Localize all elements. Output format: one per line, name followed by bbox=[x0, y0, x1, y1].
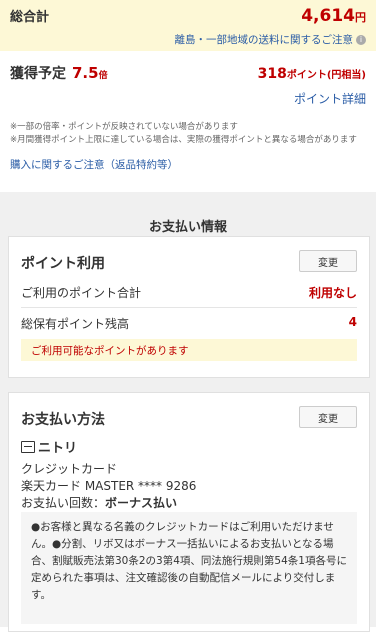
payment-method-note: ●お客様と異なる名義のクレジットカードはご利用いただけません。●分割、リボ又はボ… bbox=[21, 512, 357, 624]
payment-change-button[interactable]: 変更 bbox=[299, 406, 357, 428]
payment-method-title: お支払い方法 bbox=[21, 412, 105, 428]
point-notes: ※一部の倍率・ポイントが反映されていない場合があります ※月間獲得ポイント上限に… bbox=[0, 107, 376, 147]
earn-rate: 獲得予定 7.5倍 bbox=[10, 63, 108, 83]
points-used-value: 利用なし bbox=[308, 286, 357, 300]
points-change-button[interactable]: 変更 bbox=[299, 250, 357, 272]
purchase-caution-link[interactable]: 購入に関するご注意（返品特約等） bbox=[0, 147, 376, 172]
points-used-row: ご利用のポイント合計 利用なし bbox=[21, 284, 357, 301]
earn-points: 318ポイント(円相当) bbox=[258, 66, 366, 82]
store-icon bbox=[21, 440, 35, 453]
total-amount: 4,614円 bbox=[301, 6, 366, 26]
note-2: ※月間獲得ポイント上限に達している場合は、実際の獲得ポイントと異なる場合がありま… bbox=[10, 135, 357, 145]
store-name: ニトリ bbox=[38, 441, 78, 456]
total-section: 総合計 4,614円 離島・一部地域の送料に関するご注意 i bbox=[0, 0, 376, 51]
points-usage-title: ポイント利用 bbox=[21, 256, 105, 272]
payment-method-type: クレジットカード bbox=[21, 462, 118, 476]
installments-value: ボーナス払い bbox=[105, 496, 178, 510]
total-amount-value: 4,614 bbox=[301, 6, 355, 26]
points-used-label: ご利用のポイント合計 bbox=[21, 286, 142, 300]
earn-points-unit: ポイント(円相当) bbox=[286, 70, 366, 81]
total-label: 総合計 bbox=[10, 10, 50, 25]
earn-label: 獲得予定 bbox=[10, 66, 66, 82]
points-balance-value: 4 bbox=[348, 315, 357, 329]
total-amount-unit: 円 bbox=[355, 11, 366, 24]
earn-rate-number: 7.5 bbox=[72, 64, 99, 82]
points-balance-row: 総保有ポイント残高 4 bbox=[21, 315, 357, 332]
payment-info-header: お支払い情報 bbox=[148, 220, 227, 235]
payment-info-area: お支払い情報 ポイント利用 変更 ご利用のポイント合計 利用なし 総保有ポイント… bbox=[0, 192, 376, 632]
store-line: ニトリ bbox=[21, 437, 77, 456]
payment-method-card: お支払い方法 変更 ニトリ クレジットカード 楽天カード MASTER ****… bbox=[8, 392, 370, 632]
payment-installments: お支払い回数：ボーナス払い bbox=[21, 494, 177, 511]
points-available-notice: ご利用可能なポイントがあります bbox=[21, 339, 357, 361]
divider bbox=[21, 307, 357, 308]
earn-points-number: 318 bbox=[257, 66, 287, 82]
earn-rate-unit: 倍 bbox=[98, 71, 108, 81]
installments-label: お支払い回数： bbox=[21, 496, 106, 510]
point-detail-link[interactable]: ポイント詳細 bbox=[10, 90, 366, 107]
points-usage-card: ポイント利用 変更 ご利用のポイント合計 利用なし 総保有ポイント残高 4 ご利… bbox=[8, 236, 370, 378]
points-balance-label: 総保有ポイント残高 bbox=[21, 317, 130, 331]
earn-rate-value: 7.5倍 bbox=[72, 64, 108, 82]
shipping-notice-link[interactable]: 離島・一部地域の送料に関するご注意 i bbox=[10, 32, 366, 47]
earn-points-section: 獲得予定 7.5倍 318ポイント(円相当) ポイント詳細 bbox=[0, 51, 376, 107]
payment-card-info: 楽天カード MASTER **** 9286 bbox=[21, 479, 197, 493]
shipping-notice-text[interactable]: 離島・一部地域の送料に関するご注意 bbox=[175, 34, 354, 46]
note-1: ※一部の倍率・ポイントが反映されていない場合があります bbox=[10, 122, 238, 132]
info-icon[interactable]: i bbox=[356, 35, 366, 45]
